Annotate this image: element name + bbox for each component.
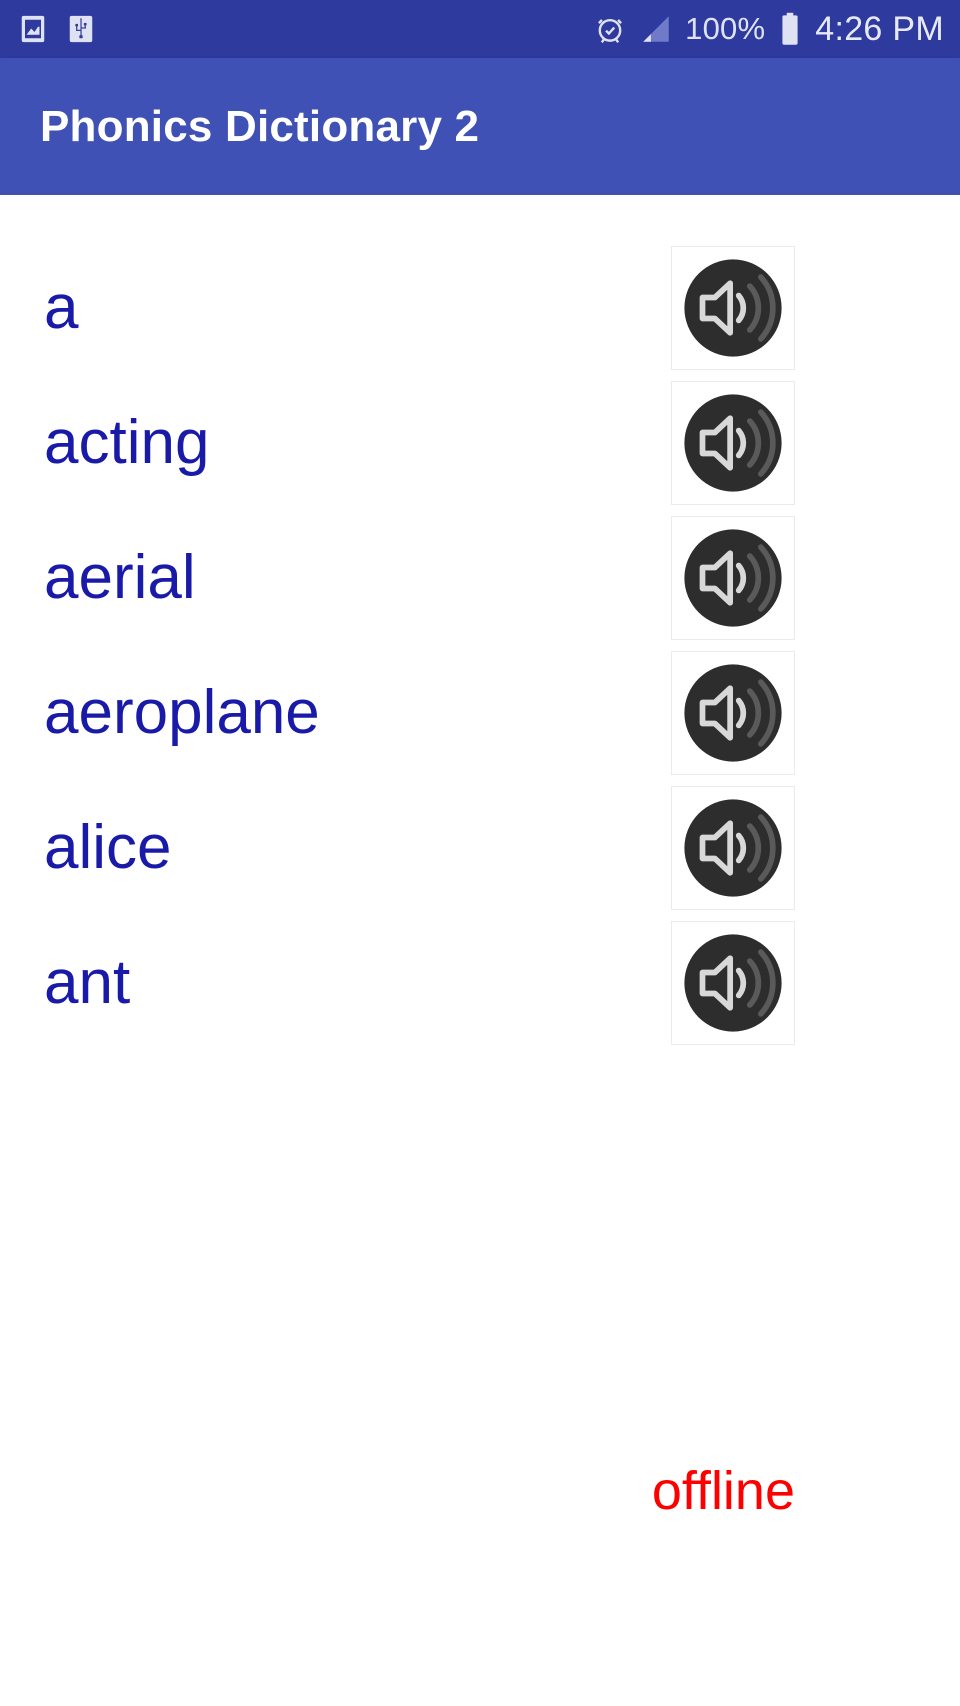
status-bar-clock: 4:26 PM [815,9,944,48]
word-label: acting [44,407,210,477]
content-area: a acting aerial aeroplane alice ant offl… [0,195,960,1706]
word-label: aerial [44,542,196,612]
speaker-volume-icon [684,258,782,357]
speak-button[interactable] [671,650,795,775]
word-list: a acting aerial aeroplane alice ant [0,240,960,1050]
speak-button[interactable] [671,920,795,1045]
word-row[interactable]: alice [0,780,960,915]
speak-button[interactable] [671,785,795,910]
battery-percent-label: 100% [685,11,766,46]
speak-button[interactable] [671,515,795,640]
word-label: a [44,272,79,342]
word-label: ant [44,947,131,1017]
status-bar-right-icons: 100% 4:26 PM [593,10,944,49]
speaker-volume-icon [684,933,782,1032]
status-bar: 100% 4:26 PM [0,0,960,58]
speaker-volume-icon [684,798,782,897]
signal-bars-icon [639,12,673,46]
word-label: alice [44,812,172,882]
word-row[interactable]: acting [0,375,960,510]
status-bar-left-icons [18,14,96,44]
speak-button[interactable] [671,380,795,505]
app-bar: Phonics Dictionary 2 [0,58,960,195]
screenshot-icon [18,14,48,44]
app-title: Phonics Dictionary 2 [40,101,480,151]
word-label: aeroplane [44,677,320,747]
speaker-volume-icon [684,663,782,762]
word-row[interactable]: a [0,240,960,375]
alarm-clock-icon [593,12,627,46]
word-row[interactable]: aeroplane [0,645,960,780]
speaker-volume-icon [684,528,782,627]
battery-full-icon [777,12,803,46]
usb-icon [66,14,96,44]
word-row[interactable]: ant [0,915,960,1050]
speak-button[interactable] [671,245,795,370]
word-row[interactable]: aerial [0,510,960,645]
offline-status-label: offline [651,1461,795,1521]
speaker-volume-icon [684,393,782,492]
